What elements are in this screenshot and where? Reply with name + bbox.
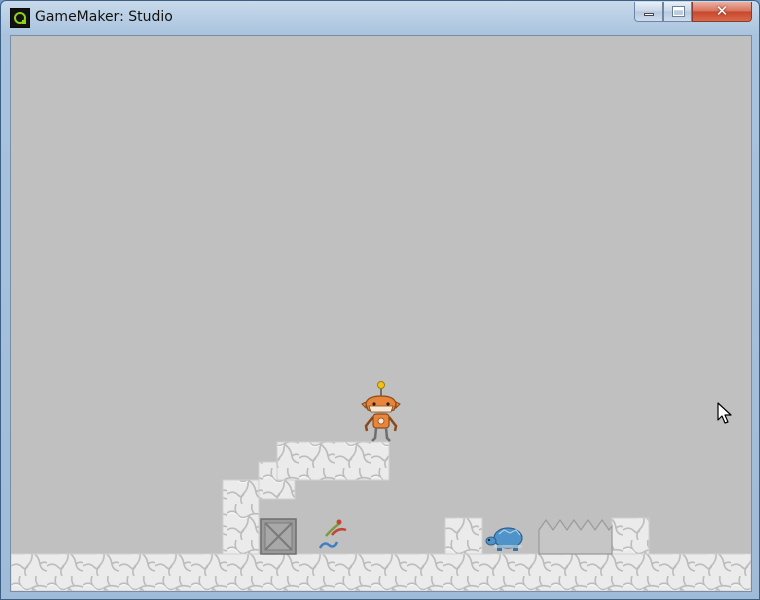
minimize-icon (644, 13, 654, 16)
stone-pillar-right (611, 517, 650, 555)
minimize-button[interactable] (634, 2, 663, 22)
close-button[interactable]: ✕ (692, 2, 752, 22)
blue-turtle-enemy (485, 527, 523, 551)
stone-staircase (222, 441, 390, 555)
game-window: GameMaker: Studio ✕ (0, 0, 760, 600)
stone-pillar-left (444, 517, 483, 555)
maximize-button[interactable] (663, 2, 692, 22)
window-title: GameMaker: Studio (35, 9, 173, 25)
ground-floor (11, 553, 751, 591)
game-room-canvas[interactable] (10, 35, 752, 592)
title-bar[interactable]: GameMaker: Studio ✕ (1, 1, 759, 35)
close-icon: ✕ (715, 2, 729, 20)
crate (260, 518, 297, 555)
gamemaker-logo-icon[interactable] (10, 8, 30, 28)
mouse-pointer-icon (717, 402, 732, 424)
game-scene (11, 381, 751, 591)
player-robot (361, 381, 401, 442)
spring-powerup (318, 519, 347, 549)
spike-trap (538, 518, 613, 555)
maximize-icon (672, 6, 685, 17)
